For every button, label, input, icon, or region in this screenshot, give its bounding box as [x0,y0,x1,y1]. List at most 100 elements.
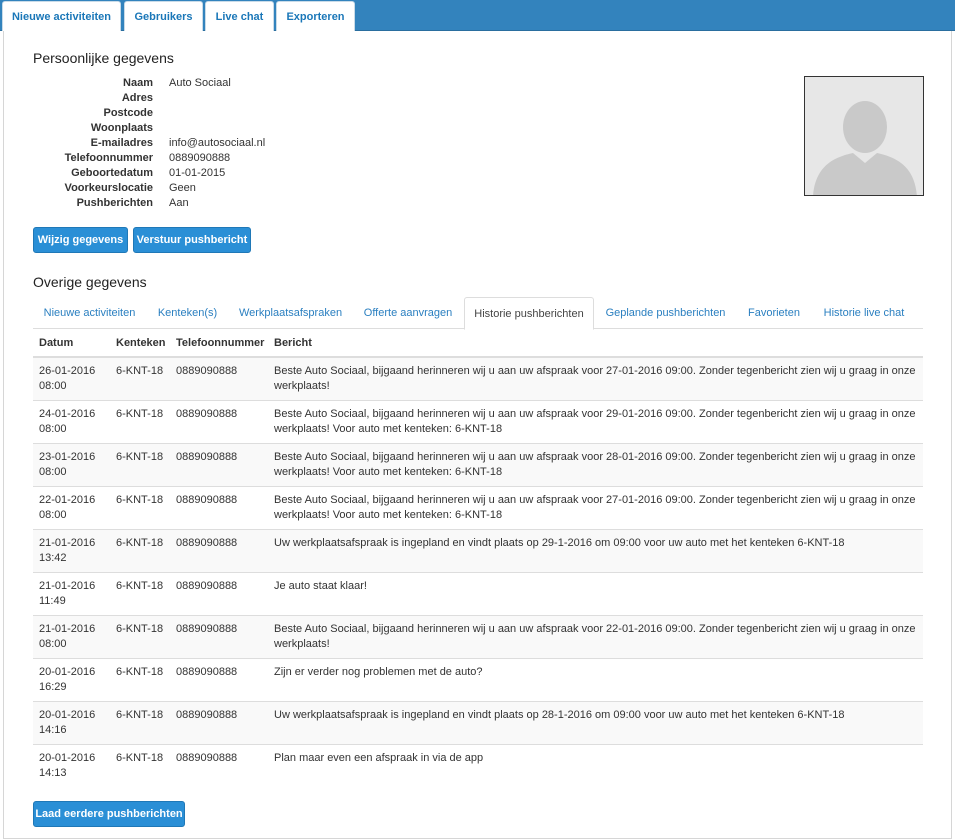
cell-datum: 24-01-2016 08:00 [33,399,110,443]
cell-datum: 20-01-2016 16:29 [33,657,110,701]
cell-bericht: Zijn er verder nog problemen met de auto… [268,657,923,701]
cell-kenteken: 6-KNT-18 [110,485,170,529]
cell-telefoonnummer: 0889090888 [170,356,268,400]
cell-bericht: Beste Auto Sociaal, bijgaand herinneren … [268,399,923,443]
cell-telefoonnummer: 0889090888 [170,700,268,744]
field-value: Auto Sociaal [169,77,231,89]
field-label: Adres [121,92,153,104]
table-row: 22-01-2016 08:00 6-KNT-18 0889090888 Best… [33,485,923,529]
cell-datum: 20-01-2016 14:16 [33,700,110,744]
tab-kentekens[interactable]: Kenteken(s) [151,297,224,329]
tab-nieuwe-activiteiten[interactable]: Nieuwe activiteiten [33,297,146,329]
table-header-row: Datum Kenteken Telefoonnummer Bericht [33,329,923,358]
tab-werkplaatsafspraken[interactable]: Werkplaatsafspraken [232,297,349,329]
table-row: 21-01-2016 08:00 6-KNT-18 0889090888 Best… [33,614,923,658]
cell-kenteken: 6-KNT-18 [110,528,170,572]
cell-time: 11:49 [39,594,66,607]
cell-bericht: Beste Auto Sociaal, bijgaand herinneren … [268,442,923,486]
cell-telefoonnummer: 0889090888 [170,399,268,443]
cell-date: 22-01-2016 [39,493,96,506]
table-row: 20-01-2016 14:16 6-KNT-18 0889090888 Uw w… [33,700,923,744]
cell-bericht: Beste Auto Sociaal, bijgaand herinneren … [268,356,923,400]
cell-telefoonnummer: 0889090888 [170,485,268,529]
cell-datum: 23-01-2016 08:00 [33,442,110,486]
cell-datum: 26-01-2016 08:00 [33,356,110,400]
cell-date: 21-01-2016 [39,579,96,592]
cell-bericht: Uw werkplaatsafspraak is ingepland en vi… [268,528,923,572]
cell-datum: 21-01-2016 11:49 [33,571,110,615]
edit-details-button[interactable]: Wijzig gegevens [33,227,128,253]
tab-historie-live-chat[interactable]: Historie live chat [816,297,912,329]
cell-date: 20-01-2016 [39,665,96,678]
column-header-telefoonnummer[interactable]: Telefoonnummer [170,329,268,358]
table-row: 21-01-2016 13:42 6-KNT-18 0889090888 Uw w… [33,528,923,572]
cell-date: 20-01-2016 [39,708,96,721]
send-push-button[interactable]: Verstuur pushbericht [133,227,251,253]
table-row: 20-01-2016 14:13 6-KNT-18 0889090888 Plan… [33,743,923,787]
cell-time: 08:00 [39,637,67,650]
cell-time: 13:42 [39,551,67,564]
cell-bericht: Beste Auto Sociaal, bijgaand herinneren … [268,614,923,658]
column-header-datum[interactable]: Datum [33,329,110,358]
top-nav-bar: Nieuwe activiteiten Gebruikers Live chat… [0,0,955,31]
top-tab-gebruikers[interactable]: Gebruikers [124,1,203,31]
cell-kenteken: 6-KNT-18 [110,571,170,615]
cell-telefoonnummer: 0889090888 [170,657,268,701]
field-label: Voorkeurslocatie [64,182,153,194]
top-tab-nieuwe-activiteiten[interactable]: Nieuwe activiteiten [2,1,121,31]
avatar [804,76,924,196]
cell-date: 20-01-2016 [39,751,96,764]
top-tab-live-chat[interactable]: Live chat [205,1,274,31]
table-row: 21-01-2016 11:49 6-KNT-18 0889090888 Je a… [33,571,923,615]
field-label: E-mailadres [90,137,153,149]
cell-bericht: Je auto staat klaar! [268,571,923,615]
field-value: 01-01-2015 [169,167,226,179]
field-label: Naam [123,77,153,89]
cell-date: 24-01-2016 [39,407,96,420]
cell-bericht: Uw werkplaatsafspraak is ingepland en vi… [268,700,923,744]
tab-geplande-pushberichten[interactable]: Geplande pushberichten [599,297,732,329]
cell-time: 08:00 [39,465,67,478]
cell-time: 08:00 [39,422,67,435]
field-value: Aan [169,197,189,209]
table-row: 24-01-2016 08:00 6-KNT-18 0889090888 Best… [33,399,923,443]
load-earlier-push-button[interactable]: Laad eerdere pushberichten [33,801,185,827]
field-label: Geboortedatum [71,167,153,179]
cell-datum: 21-01-2016 08:00 [33,614,110,658]
field-label: Telefoonnummer [64,152,153,164]
push-history-table: Datum Kenteken Telefoonnummer Bericht 26… [33,329,923,787]
cell-kenteken: 6-KNT-18 [110,700,170,744]
column-header-kenteken[interactable]: Kenteken [110,329,170,358]
field-label: Woonplaats [90,122,153,134]
table-row: 20-01-2016 16:29 6-KNT-18 0889090888 Zijn… [33,657,923,701]
field-value: Geen [169,182,196,194]
cell-datum: 21-01-2016 13:42 [33,528,110,572]
field-label: Pushberichten [76,197,153,209]
top-tab-exporteren[interactable]: Exporteren [276,1,355,31]
personal-details-title: Persoonlijke gegevens [33,50,174,66]
cell-time: 16:29 [39,680,67,693]
column-header-bericht[interactable]: Bericht [268,329,923,358]
cell-telefoonnummer: 0889090888 [170,614,268,658]
cell-kenteken: 6-KNT-18 [110,356,170,400]
tab-favorieten[interactable]: Favorieten [737,297,811,329]
tab-offerte-aanvragen[interactable]: Offerte aanvragen [357,297,459,329]
table-row: 23-01-2016 08:00 6-KNT-18 0889090888 Best… [33,442,923,486]
user-silhouette-icon [805,77,923,195]
cell-telefoonnummer: 0889090888 [170,442,268,486]
cell-time: 08:00 [39,380,67,392]
cell-telefoonnummer: 0889090888 [170,571,268,615]
other-details-tabs: Nieuwe activiteiten Kenteken(s) Werkplaa… [33,297,923,330]
table-row: 26-01-2016 08:00 6-KNT-18 0889090888 Best… [33,356,923,400]
cell-time: 08:00 [39,508,67,521]
cell-kenteken: 6-KNT-18 [110,657,170,701]
cell-datum: 22-01-2016 08:00 [33,485,110,529]
field-label: Postcode [103,107,153,119]
cell-kenteken: 6-KNT-18 [110,614,170,658]
tab-historie-pushberichten[interactable]: Historie pushberichten [464,297,594,330]
cell-datum: 20-01-2016 14:13 [33,743,110,787]
cell-kenteken: 6-KNT-18 [110,442,170,486]
cell-kenteken: 6-KNT-18 [110,399,170,443]
cell-time: 14:16 [39,723,67,736]
cell-date: 21-01-2016 [39,536,96,549]
